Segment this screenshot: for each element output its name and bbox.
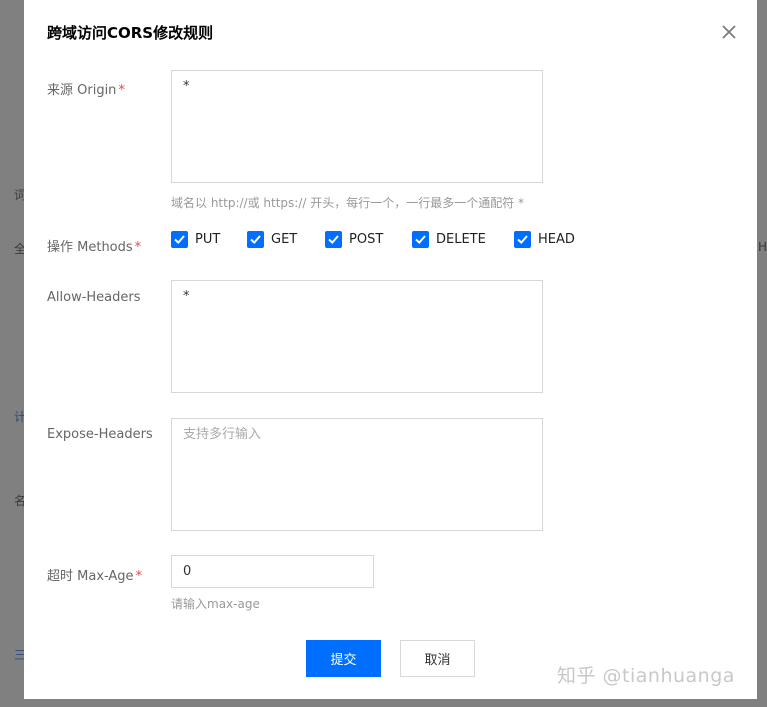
method-label: GET: [271, 232, 298, 247]
methods-label-text: 操作 Methods: [47, 240, 133, 255]
cors-rule-dialog: 跨域访问CORS修改规则 来源 Origin * * 域名以 http://或 h…: [24, 0, 757, 699]
max-age-hint: 请输入max-age: [171, 597, 260, 611]
method-label: HEAD: [538, 232, 575, 247]
method-checkbox-delete[interactable]: DELETE: [412, 231, 486, 248]
max-age-label-text: 超时 Max-Age: [47, 569, 134, 584]
expose-headers-label: Expose-Headers: [47, 427, 153, 442]
method-checkbox-get[interactable]: GET: [247, 231, 297, 248]
method-label: PUT: [195, 232, 221, 247]
checkbox-checked-icon: [247, 231, 264, 248]
allow-headers-label: Allow-Headers: [47, 290, 141, 305]
checkbox-checked-icon: [325, 231, 342, 248]
watermark: 知乎 @tianhuanga: [557, 665, 735, 687]
cancel-button[interactable]: 取消: [400, 640, 475, 677]
max-age-label: 超时 Max-Age *: [47, 565, 142, 584]
origin-hint: 域名以 http://或 https:// 开头，每行一个，一行最多一个通配符 …: [171, 196, 525, 210]
method-checkbox-head[interactable]: HEAD: [514, 231, 575, 248]
origin-label-text: 来源 Origin: [47, 83, 117, 98]
required-mark: *: [134, 240, 142, 255]
methods-label: 操作 Methods *: [47, 236, 141, 255]
checkbox-checked-icon: [514, 231, 531, 248]
checkbox-checked-icon: [412, 231, 429, 248]
checkbox-checked-icon: [171, 231, 188, 248]
method-checkbox-put[interactable]: PUT: [171, 231, 220, 248]
submit-button[interactable]: 提交: [306, 640, 381, 677]
max-age-input[interactable]: [171, 555, 374, 588]
method-checkbox-post[interactable]: POST: [325, 231, 383, 248]
background-fragment: He: [758, 240, 767, 254]
origin-textarea[interactable]: *: [171, 70, 543, 183]
dialog-title: 跨域访问CORS修改规则: [47, 24, 214, 42]
method-label: DELETE: [436, 232, 486, 247]
required-mark: *: [118, 83, 125, 98]
close-icon[interactable]: [720, 23, 738, 41]
origin-label: 来源 Origin *: [47, 79, 125, 98]
method-label: POST: [349, 232, 384, 247]
allow-headers-textarea[interactable]: *: [171, 280, 543, 393]
required-mark: *: [135, 569, 143, 584]
expose-headers-textarea[interactable]: [171, 418, 543, 531]
